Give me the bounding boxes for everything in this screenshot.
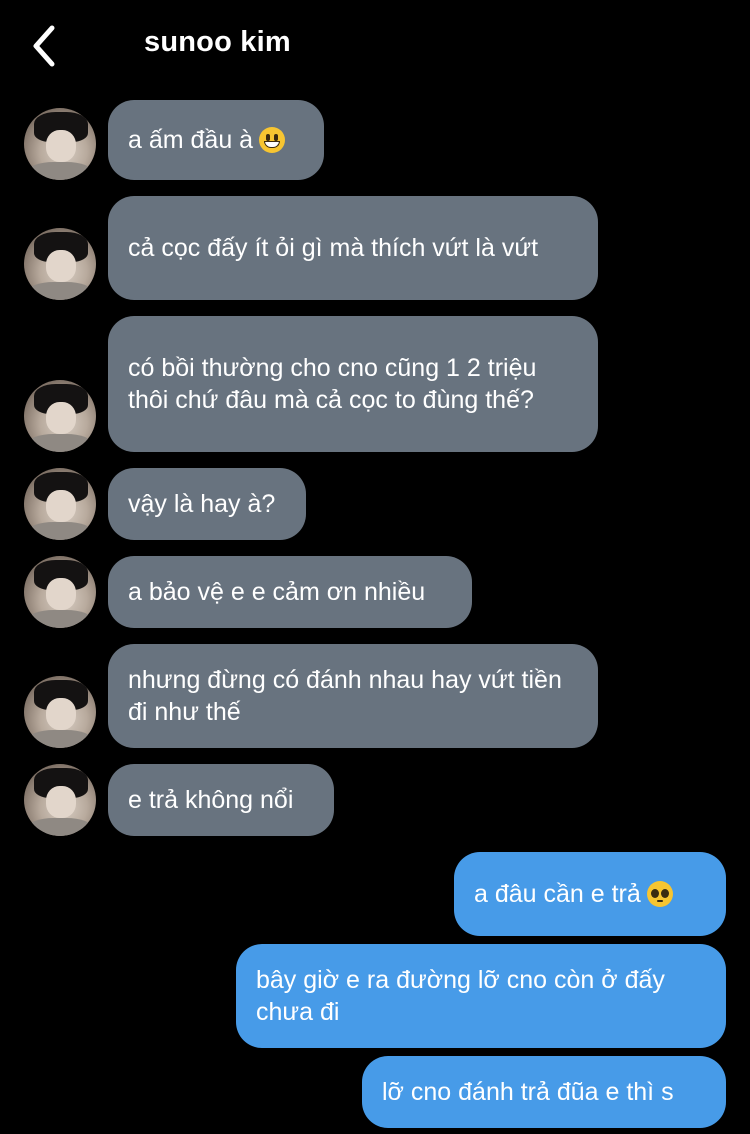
message-thread[interactable]: a ấm đầu à cả cọc đấy ít ỏi gì mà thích … [0, 0, 750, 1134]
outgoing-message-bubble[interactable]: bây giờ e ra đường lỡ cno còn ở đấy chưa… [236, 944, 726, 1048]
incoming-message-bubble[interactable]: có bồi thường cho cno cũng 1 2 triệu thô… [108, 316, 598, 452]
contact-avatar[interactable] [24, 228, 96, 300]
pleading-face-emoji-icon [646, 881, 673, 907]
incoming-message-bubble[interactable]: a bảo vệ e e cảm ơn nhiều [108, 556, 472, 628]
contact-avatar[interactable] [24, 556, 96, 628]
smile-emoji-icon [259, 127, 286, 153]
message-text: nhưng đừng có đánh nhau hay vứt tiền đi … [128, 666, 562, 726]
contact-avatar[interactable] [24, 108, 96, 180]
contact-avatar[interactable] [24, 764, 96, 836]
message-text: vậy là hay à? [128, 490, 276, 518]
message-text: có bồi thường cho cno cũng 1 2 triệu thô… [128, 354, 537, 414]
incoming-message-bubble[interactable]: a ấm đầu à [108, 100, 324, 180]
message-text: a đâu cần e trả [474, 880, 641, 908]
incoming-message-bubble[interactable]: vậy là hay à? [108, 468, 306, 540]
incoming-message-bubble[interactable]: e trả không nổi [108, 764, 334, 836]
message-text: a bảo vệ e e cảm ơn nhiều [128, 578, 426, 606]
message-text: lỡ cno đánh trả đũa e thì s [382, 1078, 674, 1106]
contact-avatar[interactable] [24, 468, 96, 540]
contact-avatar[interactable] [24, 676, 96, 748]
message-text: bây giờ e ra đường lỡ cno còn ở đấy chưa… [256, 966, 665, 1026]
message-text: a ấm đầu à [128, 126, 254, 154]
contact-avatar[interactable] [24, 380, 96, 452]
outgoing-message-bubble[interactable]: lỡ cno đánh trả đũa e thì s [362, 1056, 726, 1128]
message-text: e trả không nổi [128, 786, 294, 814]
incoming-message-bubble[interactable]: cả cọc đấy ít ỏi gì mà thích vứt là vứt [108, 196, 598, 300]
incoming-message-bubble[interactable]: nhưng đừng có đánh nhau hay vứt tiền đi … [108, 644, 598, 748]
message-text: cả cọc đấy ít ỏi gì mà thích vứt là vứt [128, 234, 539, 262]
outgoing-message-bubble[interactable]: a đâu cần e trả [454, 852, 726, 936]
